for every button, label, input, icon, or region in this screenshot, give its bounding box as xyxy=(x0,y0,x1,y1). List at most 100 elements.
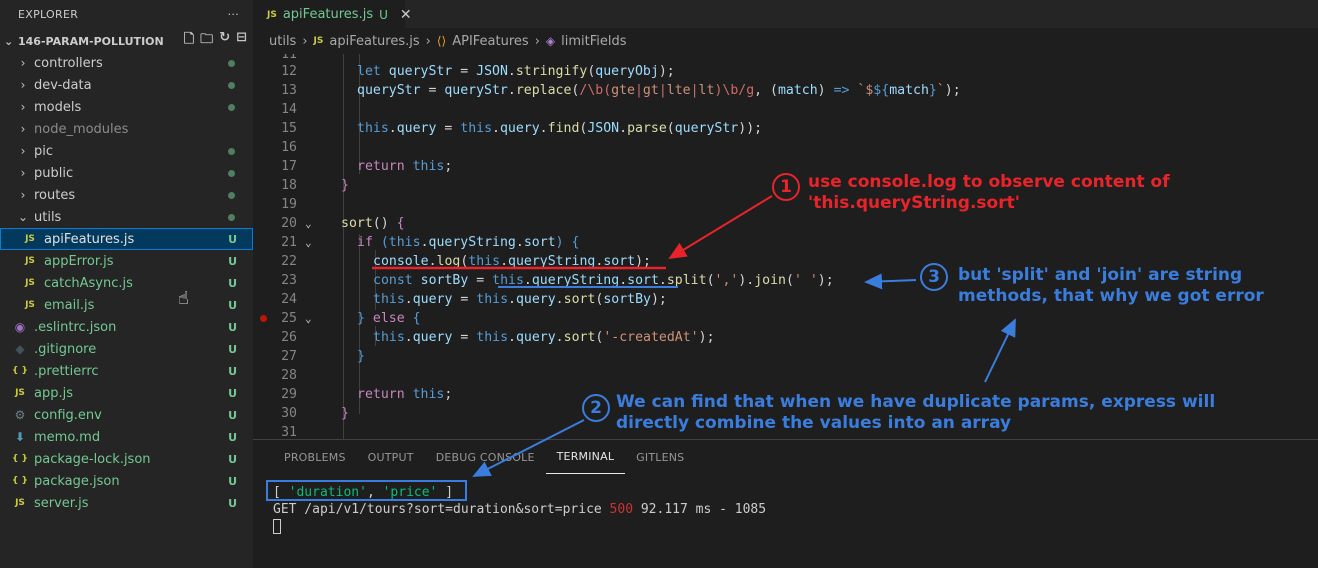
terminal-line-1: [ 'duration', 'price' ] xyxy=(273,485,454,500)
tree-item-app-js[interactable]: JS app.js U xyxy=(0,382,253,404)
tree-item-dev-data[interactable]: › dev-data xyxy=(0,74,253,96)
tree-item-gitignore[interactable]: ◆ .gitignore U xyxy=(0,338,253,360)
modified-dot-icon xyxy=(228,147,235,155)
tree-item-server-js[interactable]: JS server.js U xyxy=(0,492,253,514)
terminal-line-2: GET /api/v1/tours?sort=duration&sort=pri… xyxy=(273,502,767,517)
tab-terminal[interactable]: TERMINAL xyxy=(545,440,626,474)
tree-item-apifeatures-js[interactable]: JS apiFeatures.js U xyxy=(0,228,253,250)
js-file-icon: JS xyxy=(15,388,25,398)
git-status-badge: U xyxy=(228,408,237,422)
chevron-down-icon: ⌄ xyxy=(4,34,14,48)
js-file-icon: JS xyxy=(25,256,35,266)
chevron-right-icon: › xyxy=(302,33,308,49)
markdown-icon: ⬇ xyxy=(14,430,26,444)
method-icon: ◈ xyxy=(545,34,556,48)
git-status-badge: U xyxy=(228,298,237,312)
tree-item-pic[interactable]: › pic xyxy=(0,140,253,162)
modified-dot-icon xyxy=(228,59,235,67)
project-root[interactable]: ⌄ 146-PARAM-POLLUTION 🗋 🗀 ↻ ⊟ xyxy=(0,30,253,52)
js-file-icon: JS xyxy=(25,300,35,310)
new-file-icon[interactable]: 🗋 xyxy=(184,30,194,52)
tree-item-label: routes xyxy=(34,187,76,203)
json-file-icon: { } xyxy=(12,454,28,464)
collapse-all-icon[interactable]: ⊟ xyxy=(236,30,247,52)
chevron-right-icon: › xyxy=(20,144,26,158)
git-status-badge: U xyxy=(228,276,237,290)
chevron-right-icon: › xyxy=(20,56,26,70)
annotation-number-3: 3 xyxy=(920,263,948,291)
close-icon[interactable]: ✕ xyxy=(400,7,412,23)
hand-cursor-icon: ☝ xyxy=(178,288,189,309)
code-line: 13 queryStr = queryStr.replace(/\b(gte|gt… xyxy=(281,83,961,98)
chevron-right-icon: › xyxy=(20,188,26,202)
tree-item-package-lock-json[interactable]: { } package-lock.json U xyxy=(0,448,253,470)
git-status-badge: U xyxy=(228,342,237,356)
git-icon: ◆ xyxy=(15,342,25,356)
tree-item-config-env[interactable]: ⚙ config.env U xyxy=(0,404,253,426)
tree-item-controllers[interactable]: › controllers xyxy=(0,52,253,74)
annotation-number-1: 1 xyxy=(772,173,800,201)
code-line: 12 let queryStr = JSON.stringify(queryObj… xyxy=(281,64,675,79)
explorer-title: EXPLORER xyxy=(18,7,79,21)
chevron-right-icon: › xyxy=(425,33,431,49)
git-status-badge: U xyxy=(228,232,237,246)
modified-dot-icon xyxy=(228,103,235,111)
chevron-right-icon: › xyxy=(20,78,26,92)
eslint-icon: ◉ xyxy=(14,320,26,334)
tree-item-eslintrc-json[interactable]: ◉ .eslintrc.json U xyxy=(0,316,253,338)
tree-item-models[interactable]: › models xyxy=(0,96,253,118)
chevron-right-icon: › xyxy=(20,100,26,114)
annotation-3: but 'split' and 'join' are string methods… xyxy=(958,265,1264,306)
more-actions-icon[interactable]: ··· xyxy=(228,8,239,21)
js-file-icon: JS xyxy=(15,498,25,508)
code-editor[interactable]: 11 12 let queryStr = JSON.stringify(query… xyxy=(253,54,1318,439)
tree-item-label: .eslintrc.json xyxy=(34,319,117,335)
code-line: 25 ⌄} else { xyxy=(253,309,1318,328)
tree-item-label: apiFeatures.js xyxy=(44,231,135,247)
tree-item-email-js[interactable]: JS email.js U xyxy=(0,294,253,316)
tab-gitlens[interactable]: GITLENS xyxy=(625,440,695,474)
tree-item-package-json[interactable]: { } package.json U xyxy=(0,470,253,492)
git-status-badge: U xyxy=(228,320,237,334)
chevron-right-icon: › xyxy=(20,166,26,180)
tree-item-prettierrc[interactable]: { } .prettierrc U xyxy=(0,360,253,382)
tab-debug-console[interactable]: DEBUG CONSOLE xyxy=(425,440,546,474)
modified-dot-icon xyxy=(228,81,235,89)
tree-item-utils[interactable]: ⌄ utils xyxy=(0,206,253,228)
tree-item-label: pic xyxy=(34,143,54,159)
tab-problems[interactable]: PROBLEMS xyxy=(273,440,357,474)
code-line: 15 this.query = this.query.find(JSON.pars… xyxy=(281,121,763,136)
tab-apifeatures[interactable]: JS apiFeatures.js U ✕ xyxy=(253,0,412,28)
tab-label: apiFeatures.js xyxy=(282,7,374,22)
js-file-icon: JS xyxy=(267,9,277,20)
tree-item-memo-md[interactable]: ⬇ memo.md U xyxy=(0,426,253,448)
tree-item-catchasync-js[interactable]: JS catchAsync.js U xyxy=(0,272,253,294)
refresh-icon[interactable]: ↻ xyxy=(219,30,230,52)
tree-item-label: node_modules xyxy=(34,121,129,137)
tree-item-label: app.js xyxy=(34,385,73,401)
git-status-badge: U xyxy=(228,430,237,444)
breadcrumb-class[interactable]: APIFeatures xyxy=(452,34,528,49)
terminal-output[interactable]: [ 'duration', 'price' ] GET /api/v1/tour… xyxy=(273,484,766,535)
modified-dot-icon xyxy=(228,213,235,221)
tree-item-label: models xyxy=(34,99,82,115)
tree-item-label: package-lock.json xyxy=(34,451,151,467)
tree-item-apperror-js[interactable]: JS appError.js U xyxy=(0,250,253,272)
annotation-number-2: 2 xyxy=(582,394,610,422)
tree-item-public[interactable]: › public xyxy=(0,162,253,184)
tab-output[interactable]: OUTPUT xyxy=(357,440,425,474)
tree-item-label: config.env xyxy=(34,407,102,423)
breadcrumb-utils[interactable]: utils xyxy=(269,34,296,49)
json-file-icon: { } xyxy=(12,476,28,486)
tree-item-label: server.js xyxy=(34,495,89,511)
annotation-2: We can find that when we have duplicate … xyxy=(616,392,1216,433)
tree-item-label: .prettierrc xyxy=(34,363,99,379)
breadcrumb-file[interactable]: apiFeatures.js xyxy=(329,34,419,49)
tree-item-routes[interactable]: › routes xyxy=(0,184,253,206)
new-folder-icon[interactable]: 🗀 xyxy=(200,30,213,52)
code-line: 20 ⌄ sort() { xyxy=(281,216,405,231)
tree-item-node-modules[interactable]: › node_modules xyxy=(0,118,253,140)
git-status-badge: U xyxy=(228,474,237,488)
breadcrumb-method[interactable]: limitFields xyxy=(561,34,626,49)
code-line: 27} xyxy=(281,349,365,364)
